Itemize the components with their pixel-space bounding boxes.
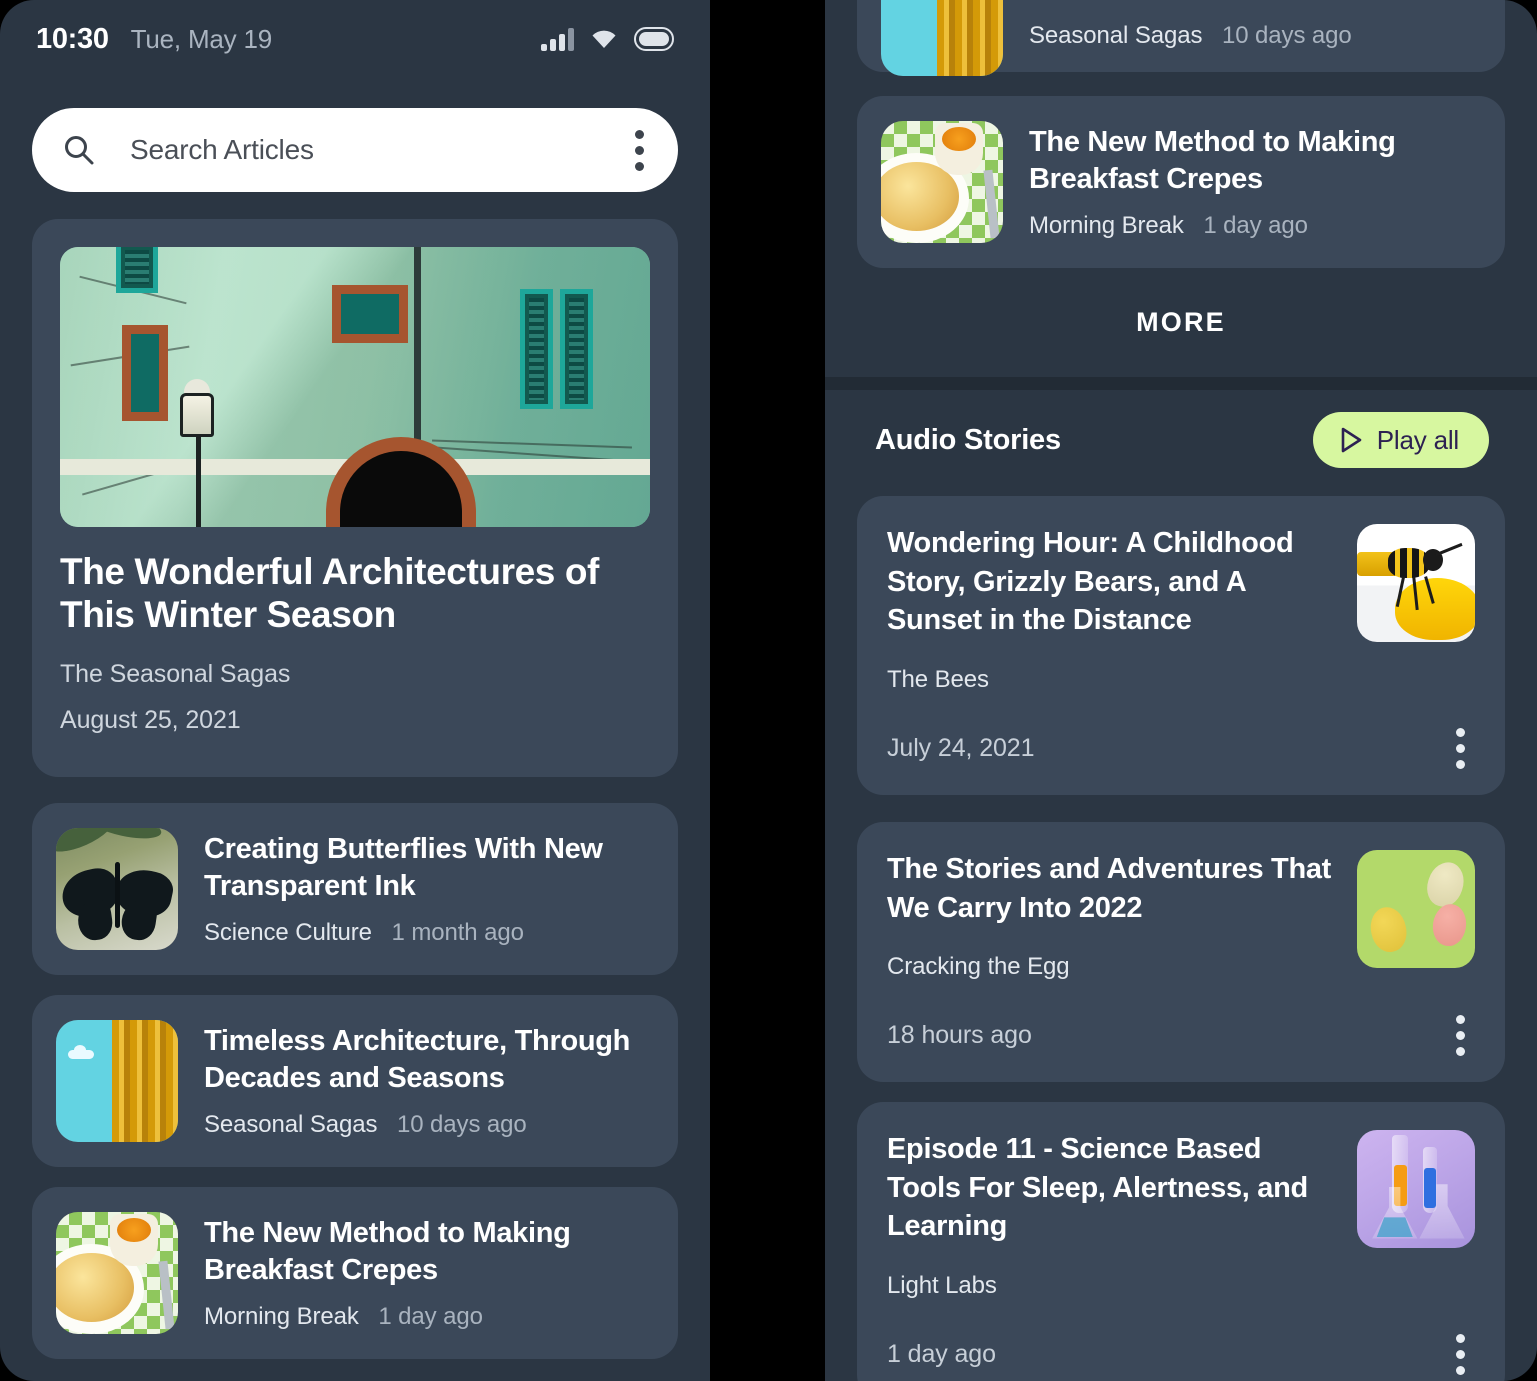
article-thumbnail xyxy=(56,1020,178,1142)
screenshot-stage: 10:30 Tue, May 19 Search Articles The Wo… xyxy=(0,0,1537,1381)
article-source: Morning Break xyxy=(204,1303,359,1331)
article-text: Seasonal Sagas 10 days ago xyxy=(1029,22,1481,50)
status-icons xyxy=(541,27,674,51)
article-text: Creating Butterflies With New Transparen… xyxy=(204,831,654,947)
featured-article-image xyxy=(60,247,650,527)
battery-icon xyxy=(634,27,674,51)
audio-story-source: Cracking the Egg xyxy=(887,953,1070,981)
article-list-item[interactable]: Timeless Architecture, Through Decades a… xyxy=(32,995,678,1167)
article-source: Science Culture xyxy=(204,919,372,947)
audio-story-title: Wondering Hour: A Childhood Story, Grizz… xyxy=(887,527,1294,637)
left-phone-panel: 10:30 Tue, May 19 Search Articles The Wo… xyxy=(0,0,710,1381)
status-bar: 10:30 Tue, May 19 xyxy=(0,0,710,78)
kebab-menu-icon[interactable] xyxy=(1446,724,1475,773)
audio-story-card[interactable]: Wondering Hour: A Childhood Story, Grizz… xyxy=(857,496,1505,795)
search-input[interactable]: Search Articles xyxy=(130,134,627,166)
audio-stories-title: Audio Stories xyxy=(875,423,1061,456)
audio-story-thumbnail xyxy=(1357,1130,1475,1248)
search-icon xyxy=(65,136,94,165)
play-all-button[interactable]: Play all xyxy=(1312,412,1489,468)
audio-story-title: The Stories and Adventures That We Carry… xyxy=(887,853,1332,924)
article-thumbnail xyxy=(56,828,178,950)
article-title: Timeless Architecture, Through Decades a… xyxy=(204,1024,631,1094)
kebab-menu-icon[interactable] xyxy=(1446,1011,1475,1060)
article-source: Morning Break xyxy=(1029,212,1184,240)
article-title: The New Method to Making Breakfast Crepe… xyxy=(204,1216,571,1286)
article-thumbnail xyxy=(881,0,1003,76)
right-phone-panel: Seasonal Sagas 10 days ago The New Metho… xyxy=(825,0,1537,1381)
article-source: Seasonal Sagas xyxy=(1029,22,1203,49)
article-list-item[interactable]: Seasonal Sagas 10 days ago xyxy=(857,0,1505,76)
article-title: The New Method to Making Breakfast Crepe… xyxy=(1029,125,1396,195)
article-text: The New Method to Making Breakfast Crepe… xyxy=(1029,124,1481,240)
audio-story-age: 1 day ago xyxy=(887,1339,996,1368)
article-title: Creating Butterflies With New Transparen… xyxy=(204,832,603,902)
more-button[interactable]: MORE xyxy=(857,290,1505,354)
kebab-menu-icon[interactable] xyxy=(627,124,652,177)
article-thumbnail xyxy=(56,1212,178,1334)
featured-article-card[interactable]: The Wonderful Architectures of This Wint… xyxy=(32,219,678,777)
article-age: 1 month ago xyxy=(391,919,524,947)
audio-story-title: Episode 11 - Science Based Tools For Sle… xyxy=(887,1133,1308,1243)
featured-article-date: August 25, 2021 xyxy=(60,706,241,735)
audio-story-source: The Bees xyxy=(887,665,989,693)
audio-story-age: July 24, 2021 xyxy=(887,733,1035,762)
audio-story-thumbnail xyxy=(1357,850,1475,968)
article-age: 1 day ago xyxy=(378,1303,483,1331)
status-date: Tue, May 19 xyxy=(130,23,273,54)
search-bar[interactable]: Search Articles xyxy=(32,108,678,192)
status-time: 10:30 xyxy=(36,22,109,55)
wifi-icon xyxy=(592,30,616,48)
audio-story-card[interactable]: The Stories and Adventures That We Carry… xyxy=(857,822,1505,1083)
article-text: Timeless Architecture, Through Decades a… xyxy=(204,1023,654,1139)
audio-story-age: 18 hours ago xyxy=(887,1021,1032,1050)
audio-story-source: Light Labs xyxy=(887,1271,997,1299)
kebab-menu-icon[interactable] xyxy=(1446,1330,1475,1379)
article-age: 10 days ago xyxy=(396,1111,527,1139)
section-divider xyxy=(825,377,1537,390)
featured-article-title: The Wonderful Architectures of This Wint… xyxy=(60,551,599,635)
audio-story-thumbnail xyxy=(1357,524,1475,642)
signal-icon xyxy=(541,27,574,51)
article-source: Seasonal Sagas xyxy=(204,1111,378,1139)
article-age: 1 day ago xyxy=(1203,212,1308,240)
audio-story-card[interactable]: Episode 11 - Science Based Tools For Sle… xyxy=(857,1102,1505,1381)
play-all-label: Play all xyxy=(1376,424,1459,455)
article-list-item[interactable]: The New Method to Making Breakfast Crepe… xyxy=(857,96,1505,268)
article-list-item[interactable]: Creating Butterflies With New Transparen… xyxy=(32,803,678,975)
featured-article-source: The Seasonal Sagas xyxy=(60,660,291,689)
article-thumbnail xyxy=(881,121,1003,243)
article-list-item[interactable]: The New Method to Making Breakfast Crepe… xyxy=(32,1187,678,1359)
audio-stories-header: Audio Stories Play all xyxy=(875,410,1489,470)
article-text: The New Method to Making Breakfast Crepe… xyxy=(204,1215,654,1331)
play-triangle-icon xyxy=(1341,427,1362,453)
article-age: 10 days ago xyxy=(1221,22,1352,49)
